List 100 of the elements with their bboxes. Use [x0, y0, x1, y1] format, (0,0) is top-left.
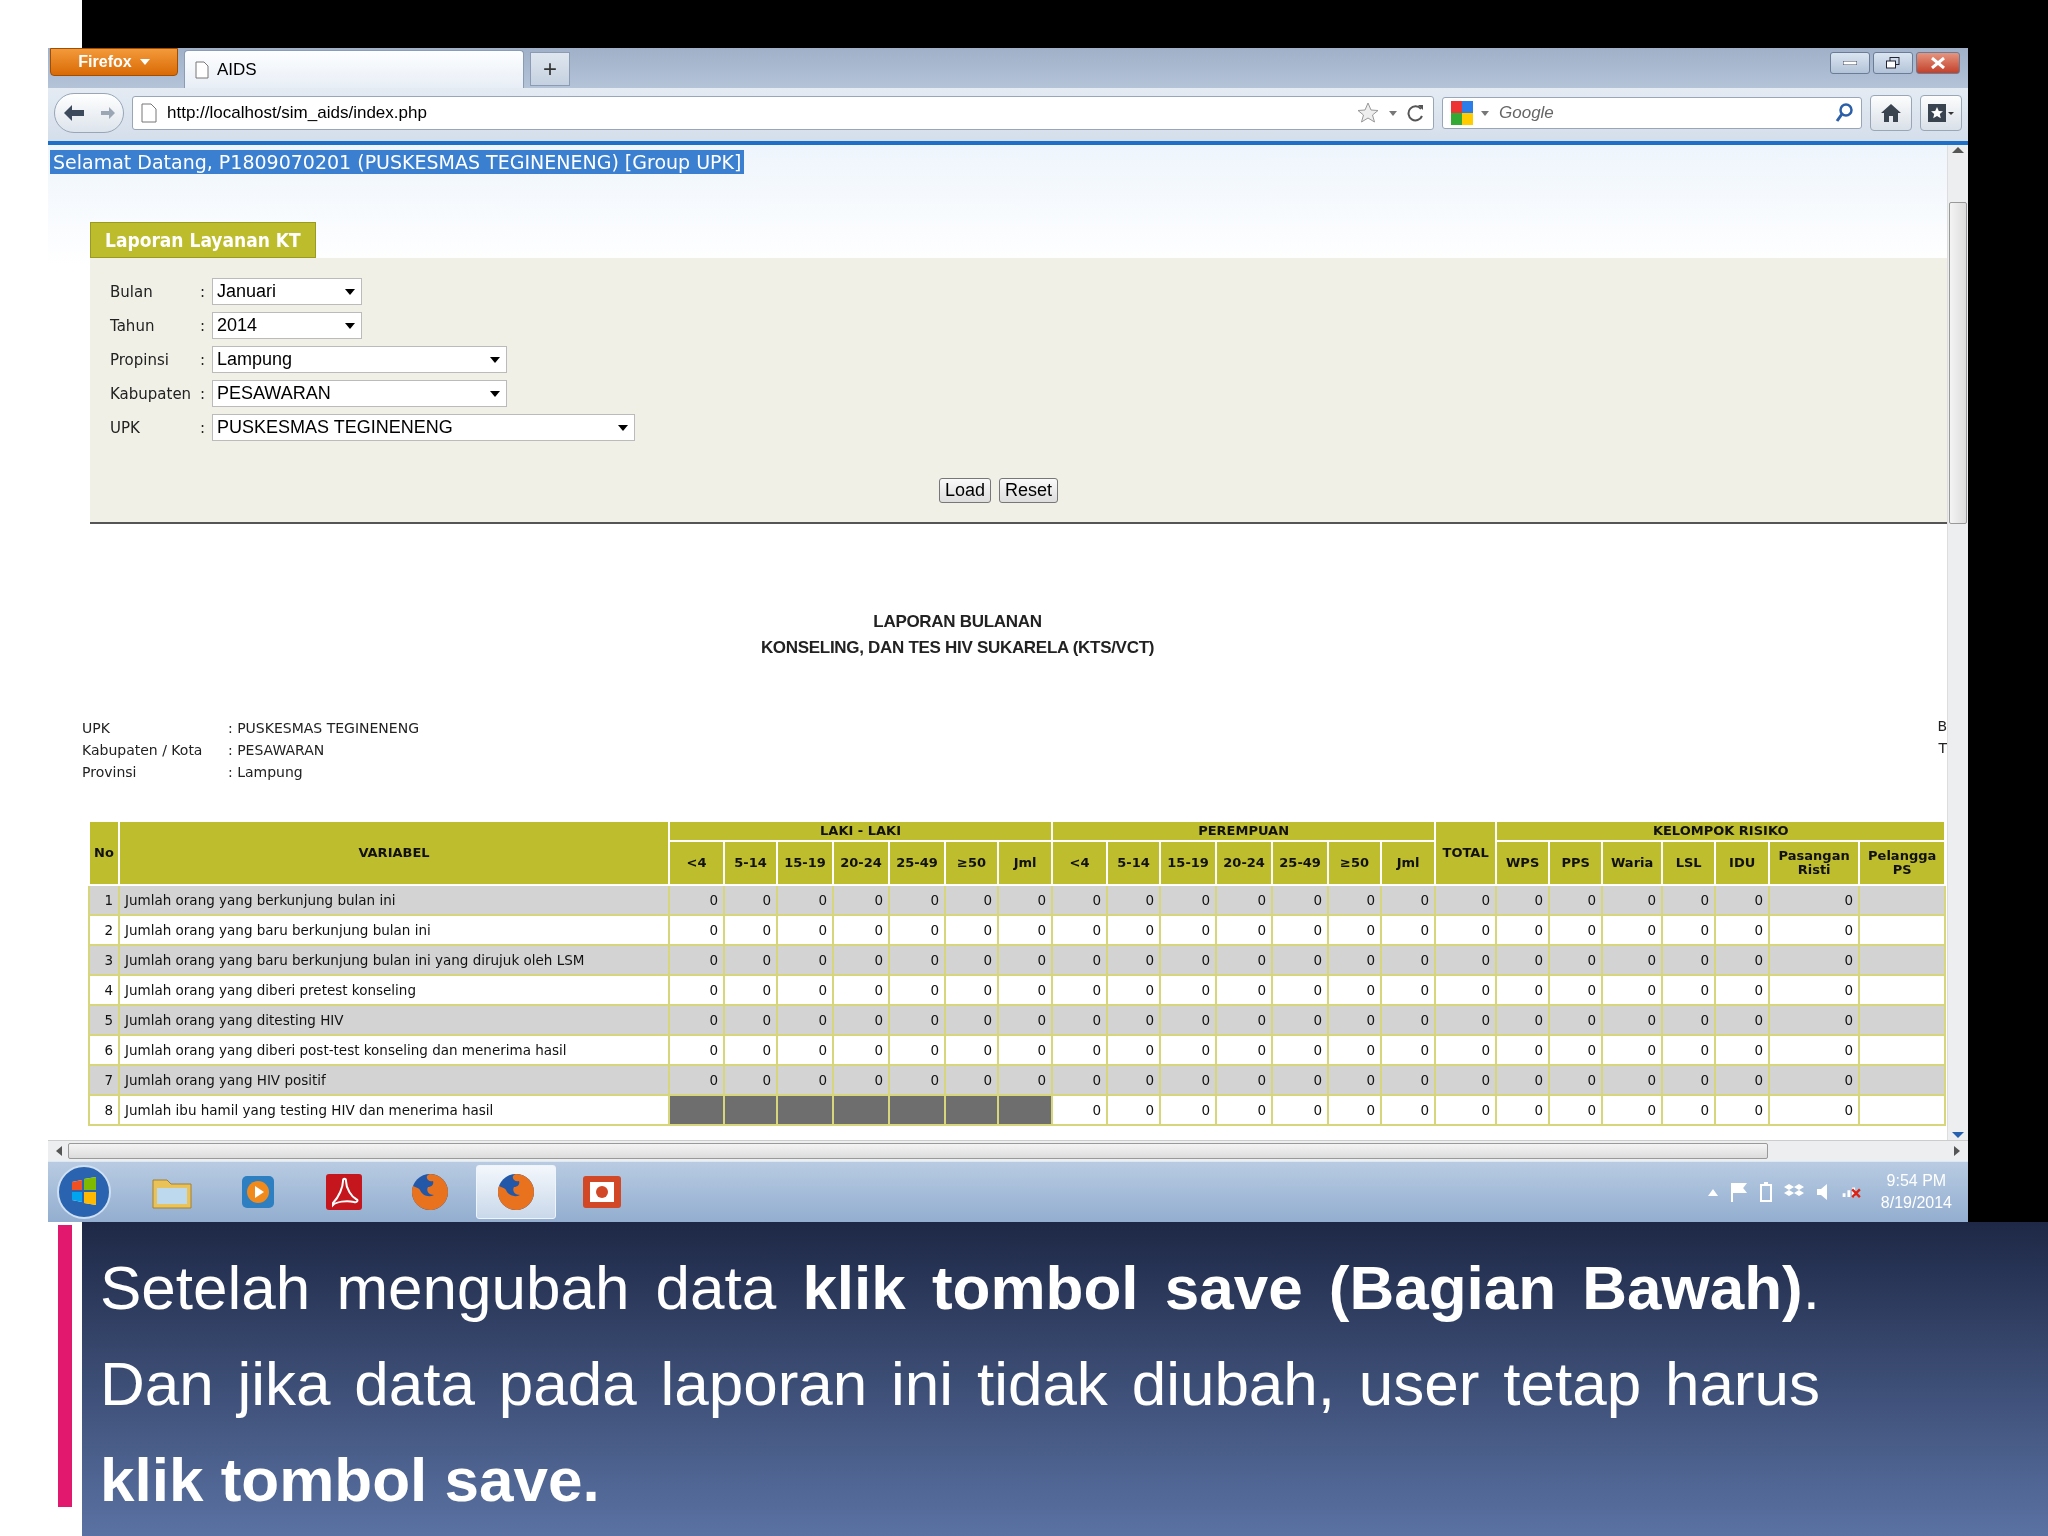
table-cell: 3 — [89, 945, 119, 976]
table-cell: 0 — [669, 1005, 724, 1036]
close-button[interactable] — [1916, 52, 1960, 74]
scrollbar-thumb[interactable] — [68, 1143, 1768, 1159]
table-cell: 0 — [1272, 1035, 1329, 1066]
table-cell: 0 — [1052, 1005, 1108, 1036]
column-header: 15-19 — [777, 841, 833, 886]
load-button[interactable]: Load — [938, 478, 991, 503]
taskbar-button[interactable] — [476, 1165, 556, 1219]
welcome-text: Selamat Datang, P1809070201 (PUSKESMAS TEGINENENG) [Group UPK] — [50, 150, 745, 174]
back-forward-button[interactable] — [54, 93, 124, 133]
table-cell: 0 — [777, 945, 833, 976]
speaker-icon — [1815, 1183, 1830, 1201]
table-cell: 0 — [1549, 1065, 1603, 1096]
column-header: TOTAL — [1435, 821, 1497, 886]
column-header: VARIABEL — [119, 821, 669, 886]
table-cell: 0 — [1769, 1095, 1860, 1126]
address-bar[interactable]: http://localhost/sim_aids/index.php — [132, 96, 1434, 130]
table-cell: Jumlah orang yang ditesting HIV — [119, 1005, 669, 1036]
column-header: Waria — [1602, 841, 1663, 886]
select-field[interactable]: PUSKESMAS TEGINENENG — [212, 414, 635, 441]
field-colon: : — [200, 316, 207, 335]
table-cell: 0 — [777, 1005, 833, 1036]
form-title: Laporan Layanan KT — [90, 222, 316, 258]
star-icon — [1357, 102, 1379, 124]
table-cell: 0 — [998, 1005, 1053, 1036]
dropdown-caret-icon — [490, 356, 500, 363]
table-cell: 0 — [889, 945, 945, 976]
table-cell: 0 — [1496, 915, 1550, 946]
select-field[interactable]: PESAWARAN — [212, 380, 507, 407]
table-cell: 0 — [1052, 1065, 1108, 1096]
table-cell: 0 — [724, 885, 777, 916]
select-field[interactable]: 2014 — [212, 312, 362, 339]
table-cell: 0 — [777, 975, 833, 1006]
table-cell: 0 — [1160, 1095, 1217, 1126]
table-cell: 0 — [1715, 975, 1770, 1006]
table-cell: 0 — [1107, 1005, 1161, 1036]
select-field[interactable]: Lampung — [212, 346, 507, 373]
table-cell: 0 — [1216, 945, 1273, 976]
table-cell: 0 — [1549, 1005, 1603, 1036]
table-cell: 0 — [1216, 1005, 1273, 1036]
table-cell: 0 — [1662, 915, 1716, 946]
table-cell: 0 — [777, 915, 833, 946]
table-cell: 0 — [1107, 1035, 1161, 1066]
table-cell: 0 — [833, 1035, 889, 1066]
reset-button[interactable]: Reset — [999, 478, 1059, 503]
table-cell: 0 — [669, 945, 724, 976]
table-cell: 0 — [1381, 975, 1436, 1006]
bookmarks-button[interactable] — [1920, 95, 1962, 131]
browser-tab[interactable]: AIDS — [184, 50, 524, 88]
select-field[interactable]: Januari — [212, 278, 362, 305]
table-cell: 0 — [1769, 975, 1860, 1006]
table-cell: 0 — [1381, 915, 1436, 946]
field-label: Propinsi — [110, 350, 170, 369]
close-icon — [1931, 57, 1945, 69]
column-header: <4 — [669, 841, 724, 886]
table-cell: 0 — [669, 885, 724, 916]
bookmark-star-icon — [1927, 103, 1955, 123]
table-cell: 0 — [1328, 975, 1382, 1006]
table-cell: 0 — [945, 915, 998, 946]
table-cell: 0 — [1496, 975, 1550, 1006]
table-cell: 0 — [1496, 1095, 1550, 1126]
table-cell: 0 — [1328, 945, 1382, 976]
table-cell: Jumlah orang yang berkunjung bulan ini — [119, 885, 669, 916]
scroll-right-icon — [1954, 1146, 1962, 1156]
search-field[interactable]: Google — [1442, 97, 1862, 129]
field-label: Bulan — [110, 282, 154, 301]
table-cell: 0 — [1435, 1065, 1497, 1096]
table-cell: 0 — [1435, 915, 1497, 946]
back-arrow-icon — [62, 104, 85, 122]
table-cell: 0 — [945, 1065, 998, 1096]
table-cell: 0 — [1769, 885, 1860, 916]
table-cell: 0 — [1272, 1005, 1329, 1036]
table-cell: 0 — [1662, 1095, 1716, 1126]
table-cell: 0 — [1328, 1005, 1382, 1036]
table-cell: 0 — [1435, 885, 1497, 916]
table-cell: 0 — [889, 885, 945, 916]
search-input[interactable]: Google — [1497, 102, 1827, 124]
table-cell: 0 — [889, 1005, 945, 1036]
table-cell: 0 — [1216, 975, 1273, 1006]
table-cell: 0 — [1662, 945, 1716, 976]
table-cell: 0 — [1496, 945, 1550, 976]
table-cell: 0 — [833, 915, 889, 946]
minimize-icon — [1843, 61, 1857, 65]
home-button[interactable] — [1870, 95, 1912, 131]
minimize-button[interactable] — [1830, 52, 1870, 74]
table-cell: 0 — [1052, 975, 1108, 1006]
restore-icon — [1886, 57, 1900, 69]
new-tab-button[interactable]: + — [530, 52, 570, 86]
restore-button[interactable] — [1873, 52, 1913, 74]
table-cell: 1 — [89, 885, 119, 916]
table-cell: 0 — [1216, 885, 1273, 916]
scrollbar-thumb[interactable] — [1949, 201, 1967, 524]
table-cell: 0 — [1602, 885, 1663, 916]
play-icon — [240, 1174, 276, 1210]
table-cell: 0 — [1272, 975, 1329, 1006]
table-cell: 7 — [89, 1065, 119, 1096]
table-cell: 0 — [833, 945, 889, 976]
table-cell: 0 — [1381, 1035, 1436, 1066]
table-cell: Jumlah orang yang baru berkunjung bulan ini yang dirujuk oleh LSM — [119, 945, 669, 976]
